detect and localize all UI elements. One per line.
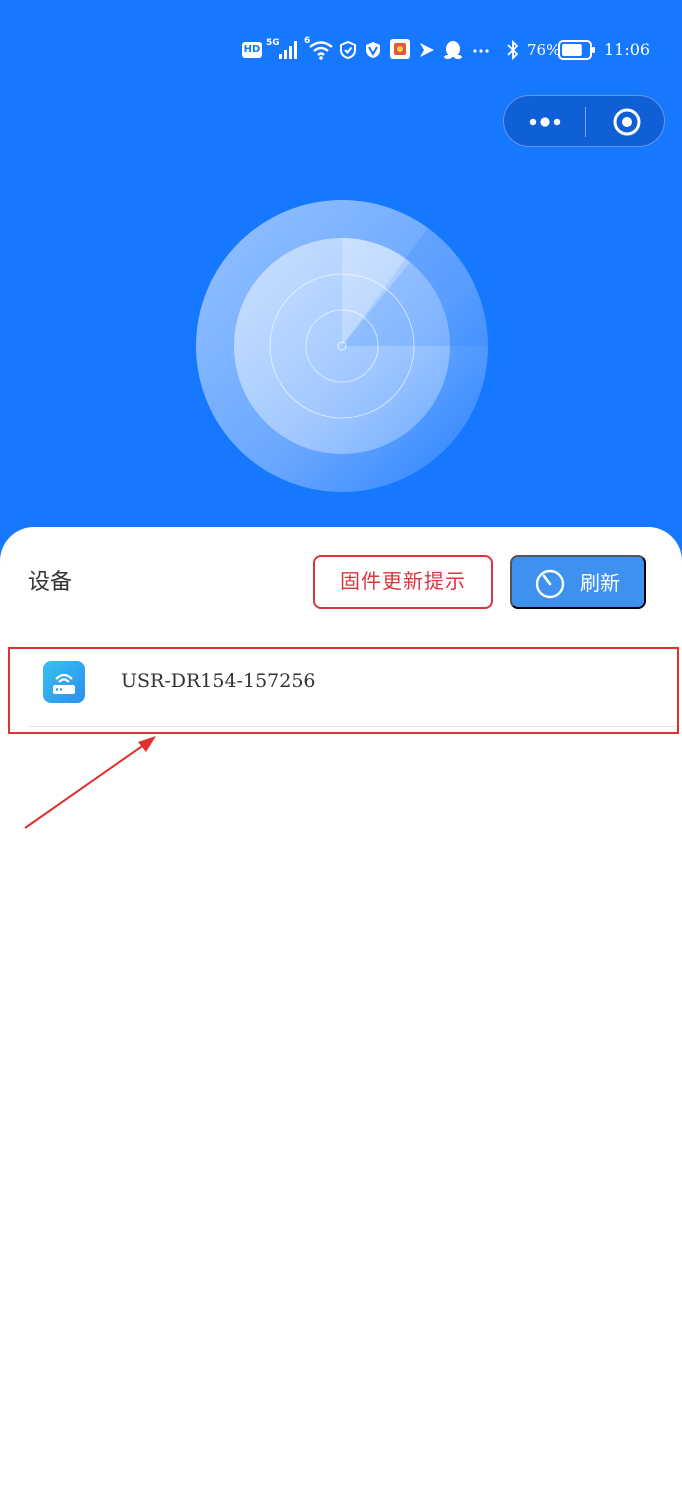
annotation-highlight-box [8,647,679,734]
more-dots-icon[interactable] [522,104,568,140]
section-title: 设备 [28,570,73,595]
hd-badge: HD [242,42,262,58]
firmware-update-button[interactable]: 固件更新提示 [313,555,493,609]
refresh-button-label: 刷新 [580,573,620,595]
battery-icon [558,40,595,60]
bluetooth-icon [507,39,519,61]
header-background: HD 5G 6 76% 11:06 [0,0,682,580]
close-circle-icon[interactable] [606,104,648,140]
status-bar: HD 5G 6 76% 11:06 [0,30,682,70]
security-app-icon [366,42,380,58]
shield-app-icon [340,40,356,60]
radar-scan-graphic [196,200,488,492]
qq-icon [444,41,462,59]
status-time: 11:06 [604,40,651,59]
battery-percent: 76% [527,41,561,59]
refresh-button[interactable]: 刷新 [510,555,646,609]
page: HD 5G 6 76% 11:06 设备 固件更新提示 刷新 USR-DR154… [0,0,682,1500]
game-app-icon [390,39,410,59]
timer-icon [535,569,565,599]
signal-icon [279,41,297,59]
mini-program-capsule [503,95,665,147]
more-dots-icon [473,49,489,53]
annotation-arrow [24,736,156,829]
capsule-divider [585,107,586,137]
bird-app-icon [420,43,434,57]
wifi-icon [309,41,333,60]
